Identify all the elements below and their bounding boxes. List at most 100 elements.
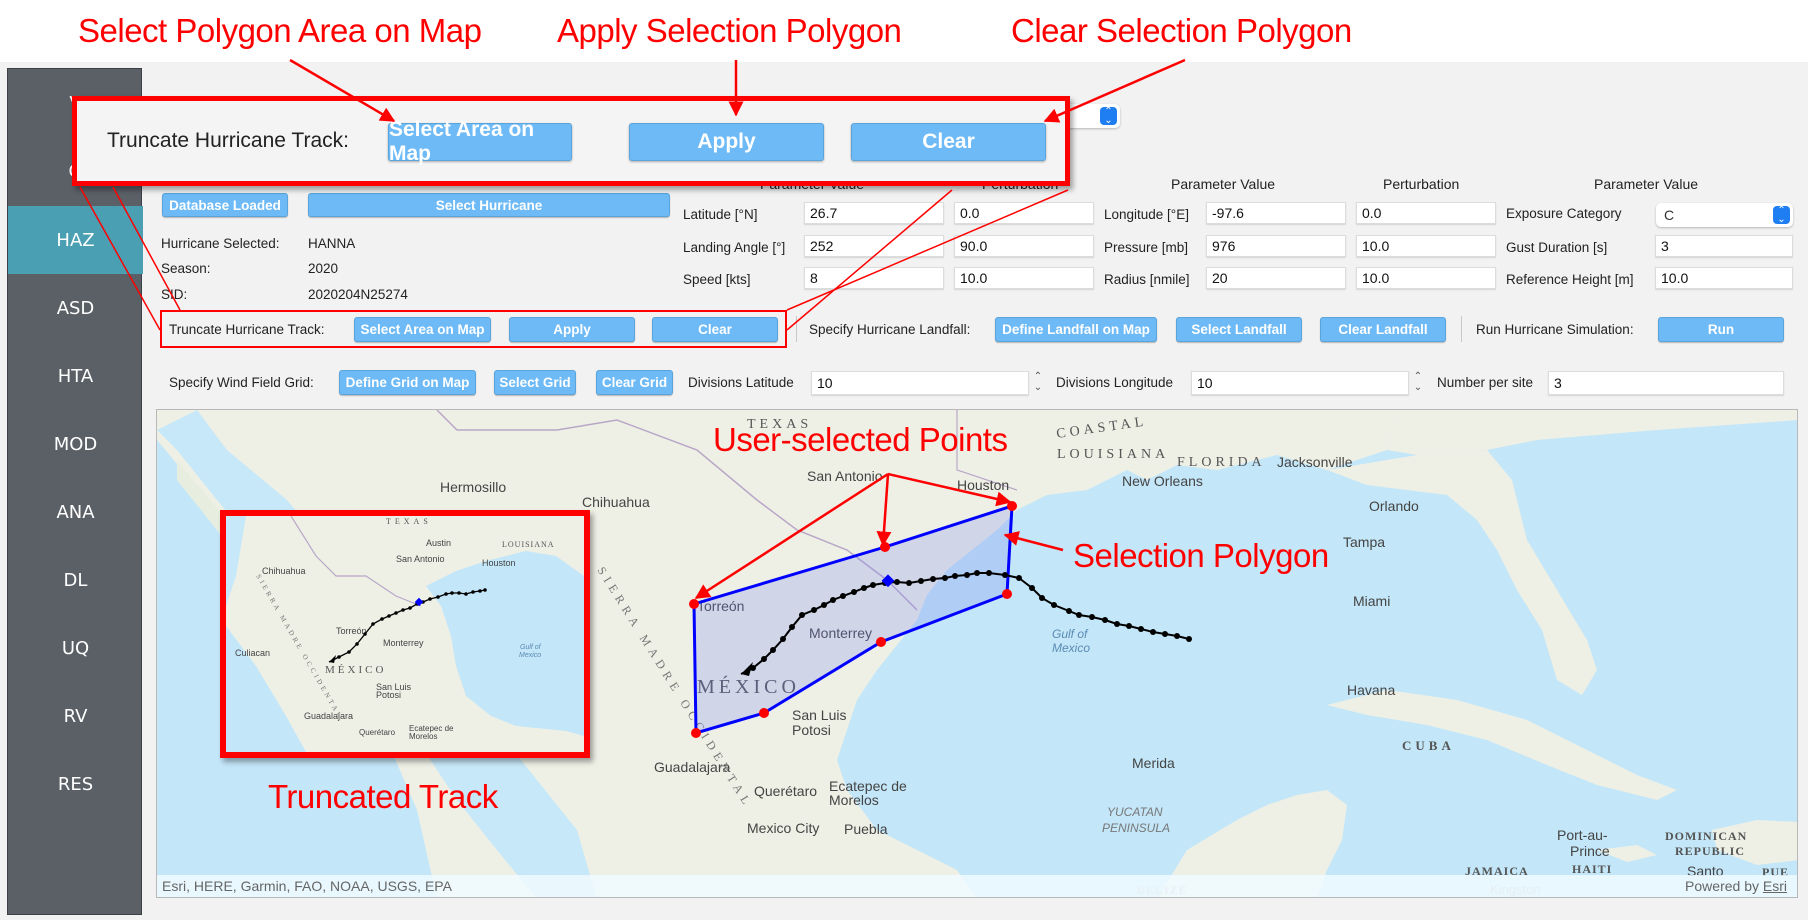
track-point xyxy=(1016,575,1022,581)
map-label: Potosi xyxy=(792,722,831,738)
screenshot-stage: Select Polygon Area on Map Apply Selecti… xyxy=(0,0,1808,920)
longitude-label: Longitude [°E] xyxy=(1104,207,1189,222)
track-point xyxy=(1076,612,1082,618)
inset-track-point xyxy=(401,608,405,612)
track-point xyxy=(1089,614,1095,620)
radius-input[interactable]: 20 xyxy=(1206,267,1346,289)
truncate-row-highlight xyxy=(160,310,787,348)
hurricane-selected-value: HANNA xyxy=(308,236,356,251)
sidebar-item-res[interactable]: RES xyxy=(8,750,143,818)
inset-label: Querétaro xyxy=(359,728,396,737)
latitude-perturbation-input[interactable]: 0.0 xyxy=(954,202,1094,224)
map-label: Gulf of xyxy=(1052,627,1089,641)
number-per-site-input[interactable]: 3 xyxy=(1548,371,1784,395)
landing-angle-label: Landing Angle [°] xyxy=(683,240,786,255)
inset-label: Potosi xyxy=(376,690,401,700)
clear-grid-button[interactable]: Clear Grid xyxy=(596,370,673,395)
divisions-latitude-label: Divisions Latitude xyxy=(688,375,794,390)
sid-value: 2020204N25274 xyxy=(308,287,408,302)
inset-track-point xyxy=(478,589,482,593)
powered-by: Powered by Esri xyxy=(1685,878,1787,894)
map-label: Houston xyxy=(957,477,1009,493)
longitude-input[interactable]: -97.6 xyxy=(1206,202,1346,224)
sidebar-item-asd[interactable]: ASD xyxy=(8,274,143,342)
speed-label: Speed [kts] xyxy=(683,272,751,287)
inset-label: TEXAS xyxy=(386,517,432,526)
landing-angle-input[interactable]: 252 xyxy=(804,235,944,257)
select-landfall-button[interactable]: Select Landfall xyxy=(1176,317,1302,342)
sidebar-item-label: MOD xyxy=(53,433,98,455)
track-point xyxy=(1051,602,1057,608)
map-label: Mexico City xyxy=(747,820,819,836)
dropdown-arrows-icon: ⌃ ⌄ xyxy=(1773,206,1790,225)
user-selected-point xyxy=(691,728,701,738)
callout-apply-button[interactable]: Apply xyxy=(629,123,824,161)
divisions-latitude-input[interactable]: 10 xyxy=(811,371,1029,395)
landing-angle-perturbation-input[interactable]: 90.0 xyxy=(954,235,1094,257)
sidebar-item-ana[interactable]: ANA xyxy=(8,478,143,546)
user-selected-point xyxy=(880,542,890,552)
longitude-perturbation-input[interactable]: 0.0 xyxy=(1356,202,1496,224)
col-header-perturbation-2: Perturbation xyxy=(1383,176,1460,192)
map-label: Chihuahua xyxy=(582,494,650,510)
sidebar-item-rv[interactable]: RV xyxy=(8,682,143,750)
reference-height-input[interactable]: 10.0 xyxy=(1655,267,1793,289)
track-point xyxy=(1162,631,1168,637)
define-landfall-button[interactable]: Define Landfall on Map xyxy=(995,317,1157,342)
select-grid-button[interactable]: Select Grid xyxy=(494,370,576,395)
radius-perturbation-input[interactable]: 10.0 xyxy=(1356,267,1496,289)
divisions-latitude-stepper[interactable]: ⌃ ⌄ xyxy=(1031,371,1045,395)
map-label: Mexico xyxy=(1052,641,1090,655)
callout-select-area-button[interactable]: Select Area on Map xyxy=(388,118,572,165)
latitude-input[interactable]: 26.7 xyxy=(804,202,944,224)
callout-clear-button[interactable]: Clear xyxy=(851,123,1046,161)
attribution-text: Esri, HERE, Garmin, FAO, NOAA, USGS, EPA xyxy=(162,878,452,894)
landfall-label: Specify Hurricane Landfall: xyxy=(809,322,971,337)
map-label: DOMINICAN xyxy=(1665,829,1747,843)
divisions-longitude-stepper[interactable]: ⌃ ⌄ xyxy=(1411,371,1425,395)
sidebar-item-label: ANA xyxy=(56,501,95,523)
track-point xyxy=(770,647,776,653)
annotation-selection-polygon: Selection Polygon xyxy=(1073,537,1329,574)
define-grid-button[interactable]: Define Grid on Map xyxy=(339,370,476,395)
map-label: Havana xyxy=(1347,682,1395,698)
divisions-longitude-input[interactable]: 10 xyxy=(1191,371,1409,395)
map-label: REPUBLIC xyxy=(1675,844,1745,858)
sidebar-item-haz[interactable]: HAZ xyxy=(8,206,143,274)
pressure-perturbation-input[interactable]: 10.0 xyxy=(1356,235,1496,257)
dropdown-arrows-icon: ⌃ ⌄ xyxy=(1100,107,1117,126)
pressure-input[interactable]: 976 xyxy=(1206,235,1346,257)
clear-landfall-button[interactable]: Clear Landfall xyxy=(1320,317,1446,342)
track-point xyxy=(789,624,795,630)
track-point xyxy=(930,576,936,582)
speed-perturbation-input[interactable]: 10.0 xyxy=(954,267,1094,289)
inset-track-point xyxy=(464,592,468,596)
inset-label: LOUISIANA xyxy=(502,540,555,549)
sidebar-item-label: HTA xyxy=(57,365,94,387)
track-point xyxy=(1150,629,1156,635)
inset-track-point xyxy=(355,642,359,646)
exposure-category-select[interactable]: C ⌃ ⌄ xyxy=(1656,203,1793,227)
map-label: Miami xyxy=(1353,593,1390,609)
run-button[interactable]: Run xyxy=(1658,317,1784,342)
truncate-toolbar-callout: Truncate Hurricane Track: Select Area on… xyxy=(72,96,1070,186)
inset-track-point xyxy=(450,591,454,595)
select-hurricane-button[interactable]: Select Hurricane xyxy=(308,193,670,217)
map-label: LOUISIANA xyxy=(1057,447,1169,462)
inset-track-point xyxy=(347,650,351,654)
map-label: New Orleans xyxy=(1122,473,1203,489)
sidebar-item-uq[interactable]: UQ xyxy=(8,614,143,682)
gust-duration-input[interactable]: 3 xyxy=(1655,235,1793,257)
esri-link[interactable]: Esri xyxy=(1763,878,1787,894)
track-point xyxy=(821,602,827,608)
inset-label: Houston xyxy=(482,558,516,568)
track-point xyxy=(830,597,836,603)
sidebar-item-dl[interactable]: DL xyxy=(8,546,143,614)
sidebar-item-hta[interactable]: HTA xyxy=(8,342,143,410)
sidebar-item-mod[interactable]: MOD xyxy=(8,410,143,478)
sidebar: V G HAZ ASD HTA MOD ANA DL UQ RV RES xyxy=(7,68,143,915)
database-loaded-button[interactable]: Database Loaded xyxy=(162,193,288,217)
map-label: PENINSULA xyxy=(1102,821,1170,835)
inset-track-point xyxy=(457,591,461,595)
speed-input[interactable]: 8 xyxy=(804,267,944,289)
